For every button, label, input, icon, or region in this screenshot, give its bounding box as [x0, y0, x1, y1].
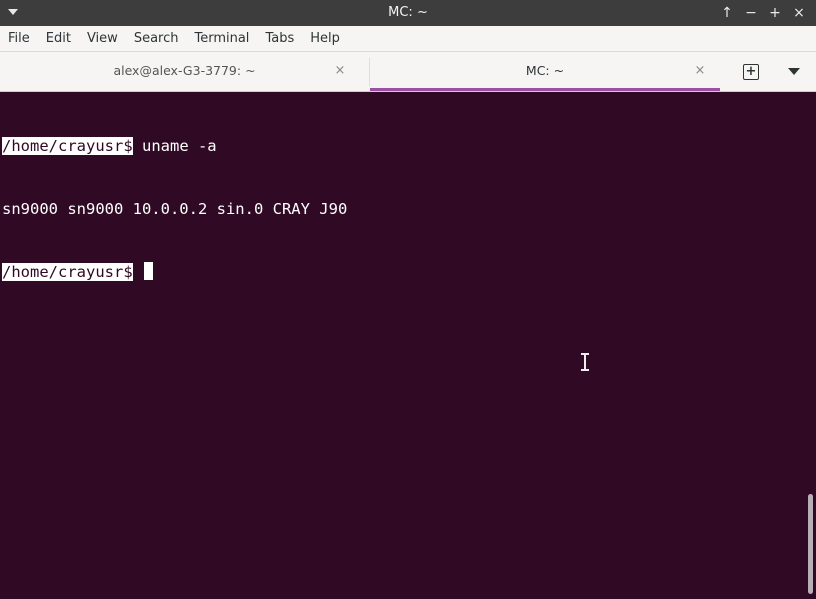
menu-file[interactable]: File	[0, 26, 38, 51]
window-title: MC: ~	[388, 5, 428, 20]
output-text: sn9000 sn9000 10.0.0.2 sin.0 CRAY J90	[2, 200, 348, 218]
shell-prompt: /home/crayusr$	[2, 263, 133, 281]
tab-label: alex@alex-G3-3779: ~	[113, 63, 256, 78]
terminal-view[interactable]: /home/crayusr$ uname -a sn9000 sn9000 10…	[0, 92, 816, 599]
ibeam-cursor-icon	[580, 352, 590, 372]
tabs-menu-chevron-down-icon[interactable]	[788, 68, 800, 75]
terminal-line: /home/crayusr$ uname -a	[2, 136, 347, 157]
active-tab-indicator	[370, 88, 720, 91]
new-tab-button[interactable]: +	[741, 62, 761, 82]
menu-view[interactable]: View	[79, 26, 126, 51]
menu-edit[interactable]: Edit	[38, 26, 79, 51]
terminal-line: sn9000 sn9000 10.0.0.2 sin.0 CRAY J90	[2, 199, 347, 220]
menu-tabs[interactable]: Tabs	[257, 26, 302, 51]
command-text: uname -a	[132, 137, 217, 155]
close-icon[interactable]: ×	[692, 63, 708, 79]
window-controls: ↑ − + ×	[718, 0, 808, 26]
menu-terminal[interactable]: Terminal	[186, 26, 257, 51]
title-bar: MC: ~ ↑ − + ×	[0, 0, 816, 26]
shell-prompt: /home/crayusr$	[2, 137, 133, 155]
command-text	[133, 263, 142, 281]
close-button[interactable]: ×	[790, 3, 808, 23]
tab-bar: alex@alex-G3-3779: ~ × MC: ~ ×	[0, 52, 816, 92]
menu-bar: File Edit View Search Terminal Tabs Help	[0, 26, 816, 52]
menu-help[interactable]: Help	[302, 26, 348, 51]
tab-alex[interactable]: alex@alex-G3-3779: ~ ×	[0, 52, 369, 91]
tab-label: MC: ~	[525, 63, 565, 78]
menu-search[interactable]: Search	[126, 26, 187, 51]
text-cursor	[144, 262, 153, 280]
tab-mc[interactable]: MC: ~ ×	[370, 52, 720, 91]
keep-above-button[interactable]: ↑	[718, 3, 736, 23]
close-icon[interactable]: ×	[332, 63, 348, 79]
scrollbar-thumb[interactable]	[808, 494, 813, 594]
maximize-button[interactable]: +	[766, 3, 784, 23]
terminal-output: /home/crayusr$ uname -a sn9000 sn9000 10…	[2, 94, 347, 325]
minimize-button[interactable]: −	[742, 3, 760, 23]
terminal-line: /home/crayusr$	[2, 262, 347, 283]
